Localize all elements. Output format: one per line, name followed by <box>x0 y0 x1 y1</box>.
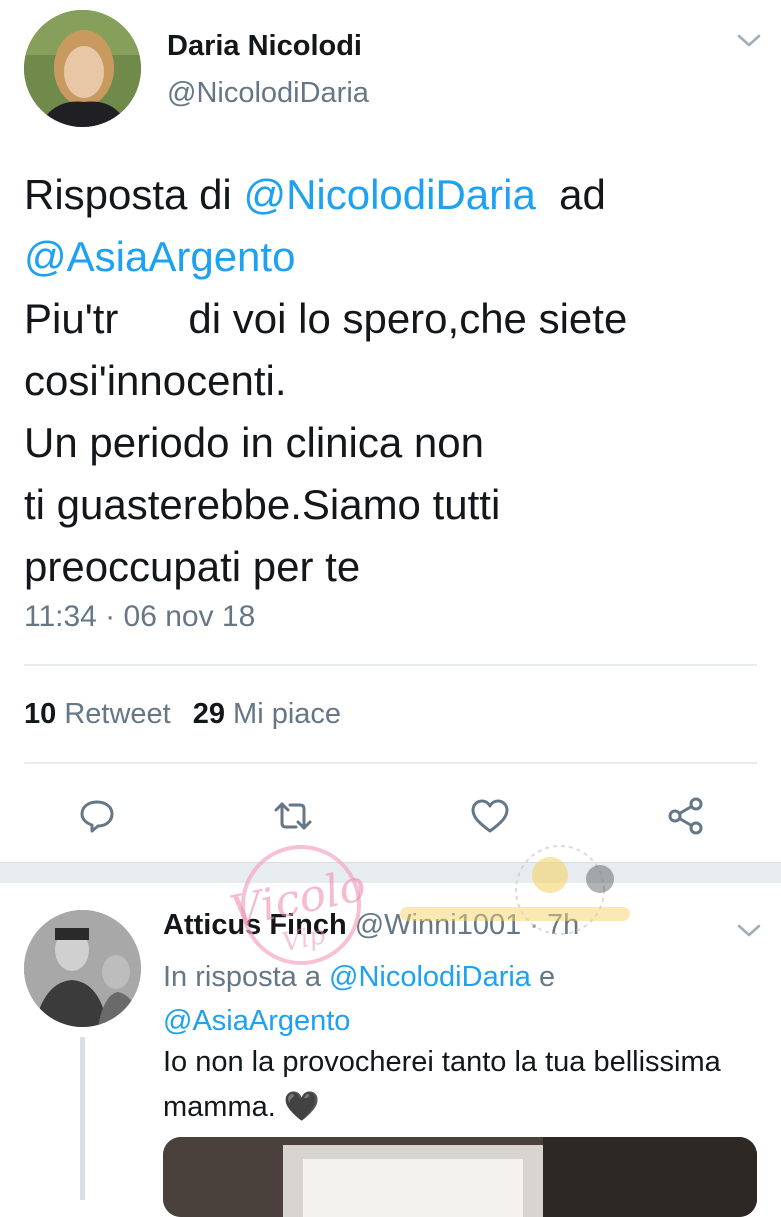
reply-media-image[interactable] <box>163 1137 757 1217</box>
tweet-text-line: ti guasterebbe.Siamo tutti <box>24 481 501 528</box>
tweet-separator <box>0 862 781 883</box>
reply-author-handle[interactable]: @Winni1001 <box>355 909 521 941</box>
mention-link[interactable]: @NicolodiDaria <box>329 961 531 993</box>
reply-time[interactable]: · 7h <box>521 909 579 941</box>
chevron-down-icon[interactable] <box>736 920 762 940</box>
reply-context-line: Risposta di @NicolodiDaria ad <box>24 164 764 226</box>
reply-prefix: Risposta di <box>24 171 244 218</box>
divider <box>24 664 757 666</box>
reply-author-avatar[interactable] <box>24 910 141 1027</box>
heart-icon[interactable] <box>469 795 511 837</box>
retweet-label: Retweet <box>64 698 171 730</box>
avatar-photo <box>24 910 141 1027</box>
mention-author-link[interactable]: @NicolodiDaria <box>243 171 535 218</box>
reply-text: Io non la provocherei tanto la tua belli… <box>163 1046 721 1123</box>
author-avatar[interactable] <box>24 10 141 127</box>
tweet-text-line: Un periodo in clinica non <box>24 419 484 466</box>
mention-link[interactable]: @AsiaArgento <box>163 1005 350 1037</box>
retweet-count: 10 <box>24 698 57 730</box>
reply-icon[interactable] <box>76 795 118 837</box>
author-handle[interactable]: @NicolodiDaria <box>167 77 369 110</box>
reply-author-name[interactable]: Atticus Finch <box>163 909 347 941</box>
conjunction: e <box>530 961 556 993</box>
like-count: 29 <box>192 698 225 730</box>
divider <box>24 762 757 764</box>
engagement-stats: 10 Retweet 29 Mi piace <box>24 698 341 731</box>
tweet-timestamp[interactable]: 11:34 · 06 nov 18 <box>24 600 255 634</box>
tweet-text-line: preoccupati per te <box>24 543 361 590</box>
thread-line <box>80 1037 85 1200</box>
replying-to: In risposta a @NicolodiDaria e @AsiaArgen… <box>163 955 763 1043</box>
reply-header: Atticus Finch @Winni1001 · 7h <box>163 909 579 942</box>
avatar-photo <box>24 10 141 127</box>
retweet-icon[interactable] <box>272 795 314 837</box>
mention-target-link[interactable]: @AsiaArgento <box>24 226 764 288</box>
reply-connector: ad <box>535 171 606 218</box>
tweet-text-line: Piu'tr di voi lo spero,che siete <box>24 295 628 342</box>
like-stat[interactable]: 29 Mi piace <box>193 698 341 730</box>
like-label: Mi piace <box>233 698 342 730</box>
tweet-body: Risposta di @NicolodiDaria ad @AsiaArgen… <box>24 164 764 598</box>
retweet-stat[interactable]: 10 Retweet <box>24 698 171 730</box>
media-photo <box>163 1137 757 1217</box>
share-icon[interactable] <box>665 795 707 837</box>
watermark-logo: Vicolo Vip <box>205 835 635 975</box>
tweet-text-line: cosi'innocenti. <box>24 357 287 404</box>
chevron-down-icon[interactable] <box>736 30 762 50</box>
author-name[interactable]: Daria Nicolodi <box>167 30 362 63</box>
replying-to-label: In risposta a <box>163 961 330 993</box>
